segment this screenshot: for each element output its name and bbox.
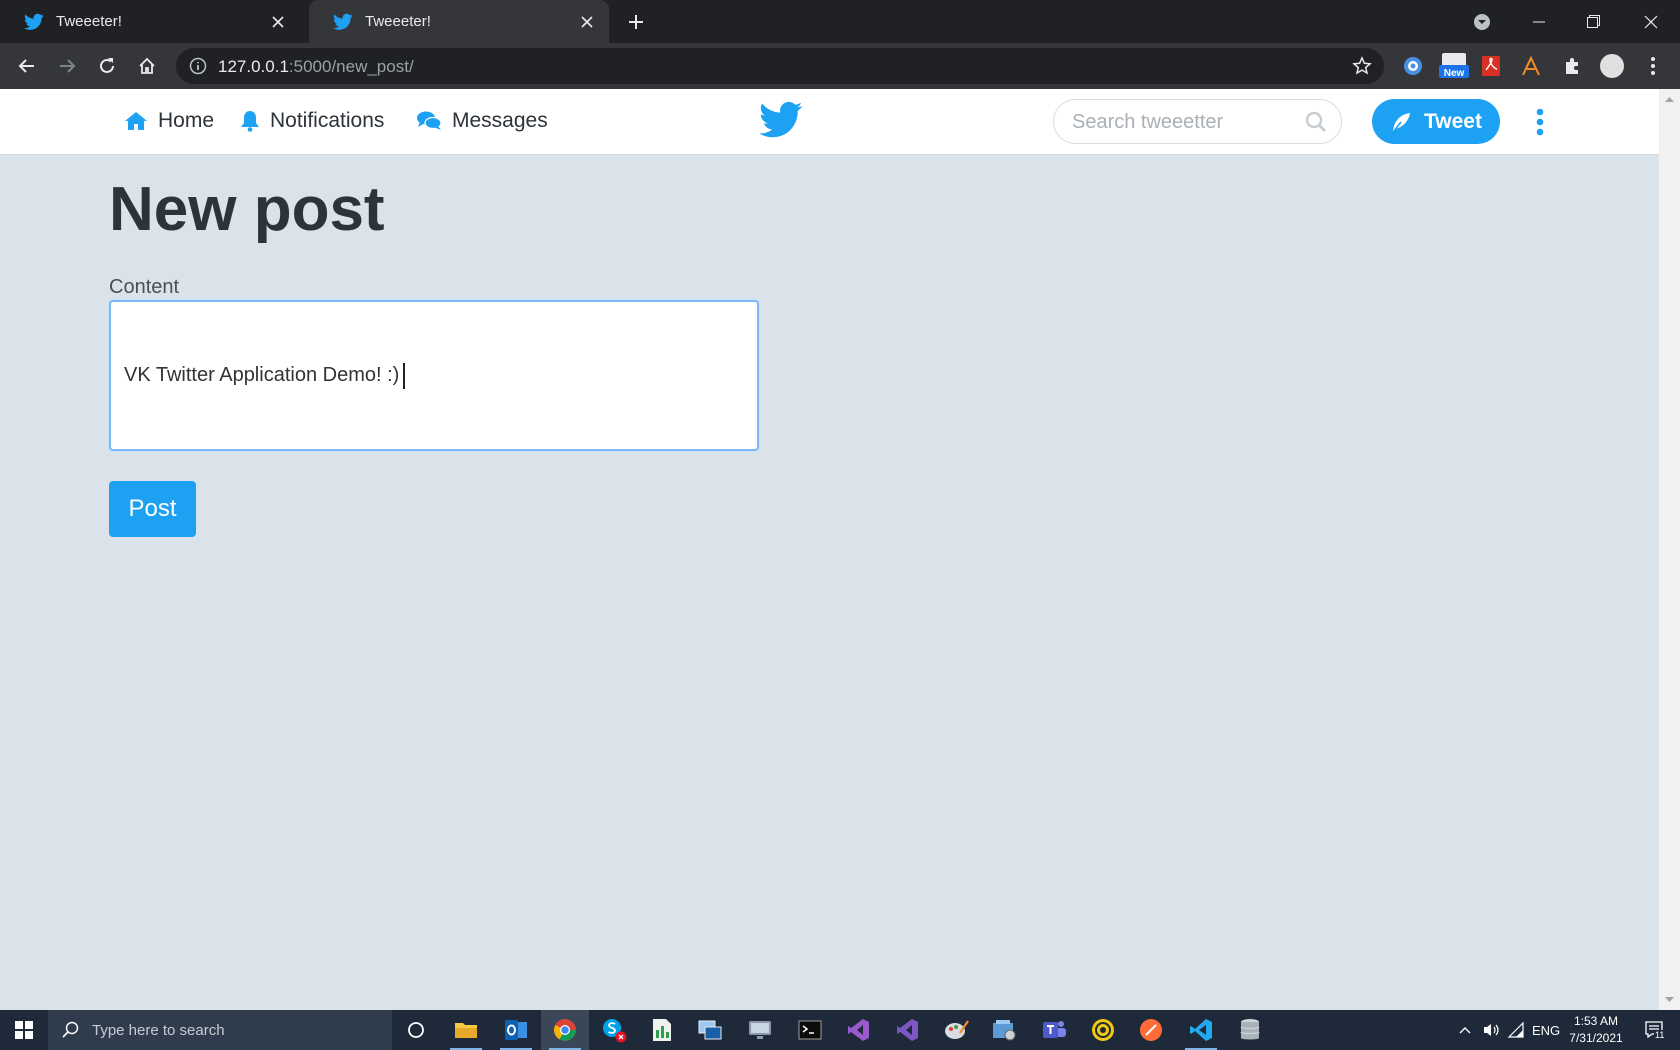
reload-icon[interactable]: [95, 54, 119, 78]
outlook-icon[interactable]: [492, 1010, 540, 1050]
profile-avatar-icon[interactable]: [1600, 54, 1624, 78]
restore-icon[interactable]: [1568, 0, 1618, 43]
feather-pen-icon: [1393, 112, 1411, 131]
search-icon: [62, 1021, 79, 1038]
nav-messages-label: Messages: [452, 109, 548, 132]
browser-toolbar: 127.0.0.1:5000/new_post/ New: [0, 43, 1680, 89]
site-search-box: [1053, 99, 1342, 144]
browser-tab-1[interactable]: Tweeeter!: [0, 0, 300, 43]
content-text: VK Twitter Application Demo! :): [124, 364, 400, 386]
windows-start-icon[interactable]: [0, 1010, 48, 1050]
forward-arrow-icon[interactable]: [55, 54, 79, 78]
address-bar[interactable]: 127.0.0.1:5000/new_post/: [176, 48, 1384, 84]
post-button[interactable]: Post: [109, 481, 196, 537]
language-indicator[interactable]: ENG: [1532, 1010, 1560, 1050]
skype-icon[interactable]: [590, 1010, 638, 1050]
close-window-icon[interactable]: [1626, 0, 1676, 43]
extension-circle-icon[interactable]: [1401, 54, 1425, 78]
nav-home-link[interactable]: Home: [124, 109, 214, 133]
nav-notifications-link[interactable]: Notifications: [240, 109, 384, 133]
database-icon[interactable]: [1226, 1010, 1274, 1050]
visual-studio-icon[interactable]: [834, 1010, 882, 1050]
visual-studio-preview-icon[interactable]: [883, 1010, 931, 1050]
text-caret: [403, 362, 406, 389]
taskbar-clock[interactable]: 1:53 AM 7/31/2021: [1560, 1013, 1632, 1047]
new-tab-plus-icon[interactable]: [624, 10, 648, 34]
site-search-input[interactable]: [1072, 110, 1292, 134]
home-icon[interactable]: [135, 54, 159, 78]
notification-count-badge: 11: [1654, 1030, 1666, 1040]
browser-tab-strip: Tweeeter! Tweeeter!: [0, 0, 1680, 43]
url-host: 127.0.0.1: [218, 57, 289, 76]
nav-home-label: Home: [158, 109, 215, 132]
browser-tab-2[interactable]: Tweeeter!: [309, 0, 609, 43]
close-icon[interactable]: [268, 12, 288, 32]
twitter-logo-icon[interactable]: [759, 101, 803, 139]
windows-taskbar: Type here to search ENG 1:53 AM 7/31/202…: [0, 1010, 1680, 1050]
back-arrow-icon[interactable]: [15, 54, 39, 78]
minimize-icon[interactable]: [1514, 0, 1564, 43]
page-title: New post: [109, 175, 385, 244]
tab-title: Tweeeter!: [56, 13, 122, 30]
nav-messages-link[interactable]: Messages: [416, 109, 548, 133]
scroll-down-arrow-icon[interactable]: [1664, 994, 1675, 1005]
terminal-icon[interactable]: [786, 1010, 834, 1050]
aws-extension-icon[interactable]: [1519, 54, 1543, 78]
tab-title: Tweeeter!: [365, 13, 431, 30]
scroll-up-arrow-icon[interactable]: [1664, 94, 1675, 105]
bell-icon: [241, 111, 259, 132]
extension-new-badge-icon[interactable]: New: [1439, 53, 1469, 79]
search-icon[interactable]: [1305, 111, 1327, 133]
more-options-icon[interactable]: [1530, 105, 1550, 139]
file-explorer-icon[interactable]: [442, 1010, 490, 1050]
comments-icon: [417, 111, 442, 130]
taskbar-date: 7/31/2021: [1569, 1031, 1623, 1045]
twitter-bird-icon: [333, 13, 353, 30]
tray-overflow-chevron-icon[interactable]: [1458, 1010, 1472, 1050]
emblem-app-icon[interactable]: [1079, 1010, 1127, 1050]
taskbar-time: 1:53 AM: [1573, 1014, 1619, 1028]
postman-icon[interactable]: [1127, 1010, 1175, 1050]
site-navbar: Home Notifications Messages Tweet: [0, 89, 1659, 155]
vscode-icon[interactable]: [1177, 1010, 1225, 1050]
extension-new-badge-label: New: [1443, 68, 1465, 79]
puzzle-extensions-icon[interactable]: [1560, 54, 1584, 78]
content-label: Content: [109, 276, 180, 298]
close-icon[interactable]: [577, 12, 597, 32]
teams-icon[interactable]: [1030, 1010, 1078, 1050]
url-text[interactable]: 127.0.0.1:5000/new_post/: [218, 57, 414, 77]
spreadsheet-app-icon[interactable]: [638, 1010, 686, 1050]
tab-search-chevron-icon[interactable]: [1457, 0, 1507, 43]
taskbar-search-placeholder: Type here to search: [92, 1021, 225, 1039]
tweet-button[interactable]: Tweet: [1372, 99, 1500, 144]
browser-menu-icon[interactable]: [1641, 54, 1665, 78]
info-icon[interactable]: [188, 56, 208, 76]
chrome-icon[interactable]: [541, 1010, 589, 1050]
action-center-icon[interactable]: 11: [1640, 1010, 1670, 1050]
network-computer-icon[interactable]: [686, 1010, 734, 1050]
bookmark-star-icon[interactable]: [1352, 56, 1372, 76]
page-scrollbar[interactable]: [1659, 89, 1680, 1010]
volume-icon[interactable]: [1482, 1010, 1502, 1050]
cortana-circle-icon[interactable]: [392, 1010, 440, 1050]
tweet-button-label: Tweet: [1424, 109, 1482, 133]
content-textarea[interactable]: VK Twitter Application Demo! :): [109, 300, 759, 451]
pdf-extension-icon[interactable]: [1479, 54, 1503, 78]
twitter-bird-icon: [24, 13, 44, 30]
taskbar-search-box[interactable]: Type here to search: [48, 1010, 392, 1050]
url-path: :5000/new_post/: [288, 57, 414, 76]
settings-app-icon[interactable]: [980, 1010, 1028, 1050]
paint-palette-icon[interactable]: [932, 1010, 980, 1050]
wifi-icon[interactable]: [1507, 1010, 1525, 1050]
remote-desktop-icon[interactable]: [736, 1010, 784, 1050]
home-icon: [125, 112, 147, 130]
nav-notifications-label: Notifications: [270, 109, 385, 132]
